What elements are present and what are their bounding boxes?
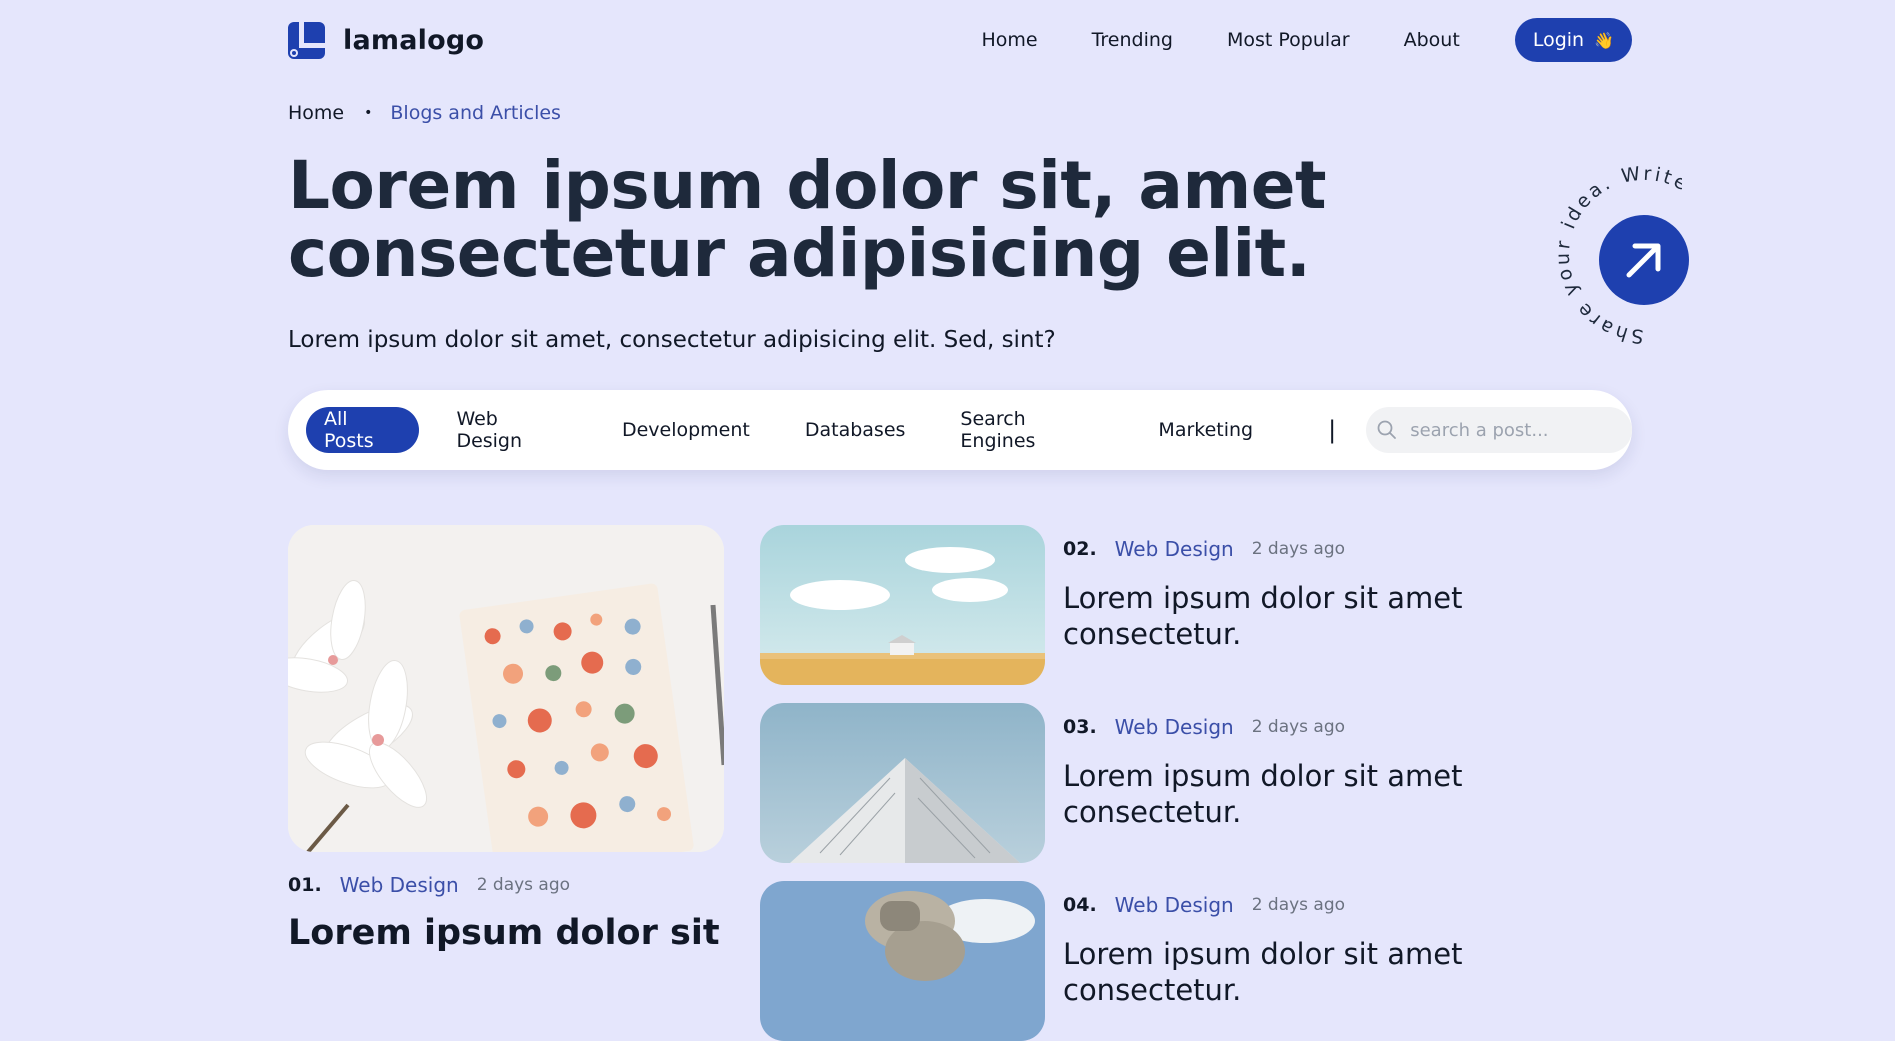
nav-most-popular[interactable]: Most Popular [1227,29,1350,51]
filter-marketing[interactable]: Marketing [1140,407,1271,453]
filter-all-posts[interactable]: All Posts [306,407,420,453]
post-number: 03. [1063,716,1097,738]
post-time: 2 days ago [1251,717,1346,737]
post-thumbnail[interactable] [760,881,1045,1041]
filter-separator: | [1328,416,1337,444]
search-box [1366,407,1632,453]
post-number: 01. [288,874,322,896]
login-label: Login [1532,29,1585,51]
post-category[interactable]: Web Design [1115,537,1234,561]
arrow-up-right-icon [1626,243,1661,278]
featured-post-image[interactable] [288,525,724,852]
logo-icon [288,21,325,59]
main-nav: Home Trending Most Popular About [981,29,1459,51]
post-time: 2 days ago [1251,539,1346,559]
building-image [760,703,1045,863]
post-number: 02. [1063,538,1097,560]
statue-image [760,881,1045,1041]
category-filter-bar: All Posts Web Design Development Databas… [288,390,1632,470]
post-item[interactable]: 03. Web Design 2 days ago Lorem ipsum do… [760,703,1632,863]
post-meta: 02. Web Design 2 days ago [1063,537,1632,561]
filter-development[interactable]: Development [604,407,768,453]
post-title[interactable]: Lorem ipsum dolor sit [288,911,724,955]
post-time: 2 days ago [476,875,571,895]
search-input[interactable] [1408,418,1613,442]
write-story-button[interactable] [1599,215,1689,305]
post-meta: 04. Web Design 2 days ago [1063,893,1632,917]
post-time: 2 days ago [1251,895,1346,915]
post-title[interactable]: Lorem ipsum dolor sit amet consectetur. [1063,580,1632,652]
login-button[interactable]: Login 👋 [1514,18,1632,62]
post-category[interactable]: Web Design [340,873,459,897]
post-title[interactable]: Lorem ipsum dolor sit amet consectetur. [1063,936,1632,1008]
filter-search-engines[interactable]: Search Engines [942,407,1121,453]
post-category[interactable]: Web Design [1115,893,1234,917]
post-meta: 01. Web Design 2 days ago [288,873,724,897]
logo-text: lamalogo [343,24,485,56]
post-item[interactable]: 04. Web Design 2 days ago Lorem ipsum do… [760,881,1632,1041]
breadcrumb-current: Blogs and Articles [390,102,561,124]
post-thumbnail[interactable] [760,525,1045,685]
page-subtitle: Lorem ipsum dolor sit amet, consectetur … [288,327,1056,353]
post-thumbnail[interactable] [760,703,1045,863]
breadcrumb-separator: • [364,105,373,121]
breadcrumb: Home • Blogs and Articles [288,102,561,124]
post-meta: 03. Web Design 2 days ago [1063,715,1632,739]
page-title: Lorem ipsum dolor sit, amet consectetur … [288,147,1327,292]
search-icon [1377,420,1397,439]
filter-databases[interactable]: Databases [787,407,924,453]
nav-trending[interactable]: Trending [1092,29,1173,51]
site-header: lamalogo Home Trending Most Popular Abou… [288,18,1632,62]
featured-post[interactable]: 01. Web Design 2 days ago Lorem ipsum do… [288,525,724,955]
notebook-flowers-image [288,525,724,852]
post-title[interactable]: Lorem ipsum dolor sit amet consectetur. [1063,758,1632,830]
post-number: 04. [1063,894,1097,916]
field-house-image [760,525,1045,685]
post-category[interactable]: Web Design [1115,715,1234,739]
filter-web-design[interactable]: Web Design [438,407,585,453]
nav-home[interactable]: Home [981,29,1037,51]
post-item[interactable]: 02. Web Design 2 days ago Lorem ipsum do… [760,525,1632,685]
logo[interactable]: lamalogo [288,21,485,59]
share-idea-badge[interactable]: Share your idea. Write your story. [1412,150,1689,370]
nav-about[interactable]: About [1404,29,1460,51]
wave-icon: 👋 [1594,30,1614,50]
breadcrumb-home[interactable]: Home [288,102,344,124]
